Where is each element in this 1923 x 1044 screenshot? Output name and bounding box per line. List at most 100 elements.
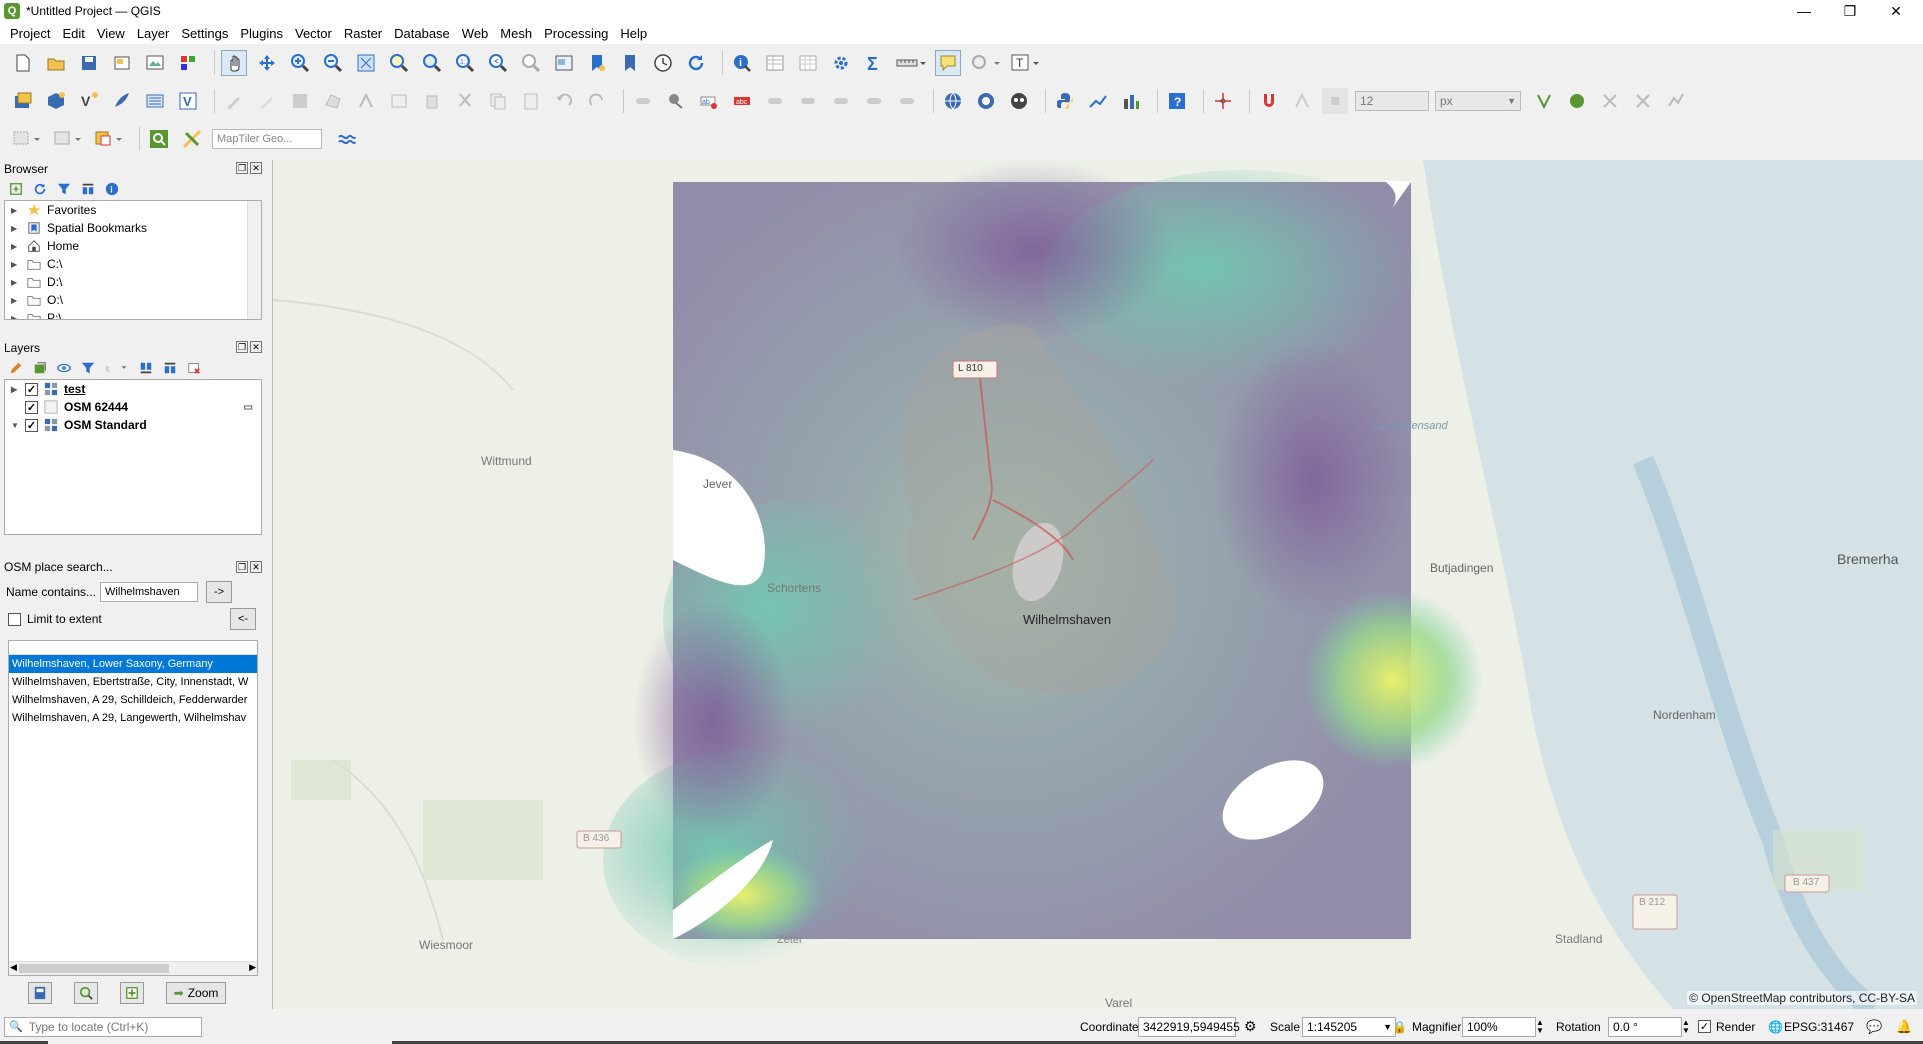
- delete-selected-icon[interactable]: [419, 88, 445, 114]
- expand-arrow-icon[interactable]: ▶: [11, 242, 21, 251]
- georeferencer-icon[interactable]: [1085, 88, 1111, 114]
- new-virtual-layer-icon[interactable]: [142, 88, 168, 114]
- zoom-in-icon[interactable]: [287, 50, 313, 76]
- copy-features-icon[interactable]: [485, 88, 511, 114]
- close-panel-icon[interactable]: ✕: [250, 162, 262, 174]
- snap-tolerance-field[interactable]: 12: [1355, 91, 1429, 111]
- new-geopackage-layer-icon[interactable]: [43, 88, 69, 114]
- add-selected-layers-icon[interactable]: [8, 181, 24, 197]
- attribute-table-icon[interactable]: [762, 50, 788, 76]
- select-by-value-icon[interactable]: [51, 126, 85, 152]
- osm-zoom-button[interactable]: ➡ Zoom: [166, 982, 226, 1004]
- layer-visibility-checkbox[interactable]: ✓: [25, 400, 38, 414]
- measure-line-icon[interactable]: [894, 50, 928, 76]
- zoom-to-layer-icon[interactable]: [419, 50, 445, 76]
- zoom-to-selection-icon[interactable]: [386, 50, 412, 76]
- zoom-last-icon[interactable]: [485, 50, 511, 76]
- select-features-icon[interactable]: [968, 50, 1002, 76]
- menu-help[interactable]: Help: [614, 26, 653, 41]
- statistical-summary-icon[interactable]: Σ: [861, 50, 887, 76]
- temporal-controller-icon[interactable]: [650, 50, 676, 76]
- identify-features-icon[interactable]: i: [729, 50, 755, 76]
- scroll-thumb[interactable]: [19, 964, 169, 973]
- browser-item[interactable]: ▶ P:\: [5, 309, 261, 319]
- close-panel-icon[interactable]: ✕: [250, 561, 262, 573]
- snapping-intersection-icon[interactable]: [1597, 88, 1623, 114]
- osm-locate-button[interactable]: [74, 982, 98, 1004]
- menu-layer[interactable]: Layer: [131, 26, 176, 41]
- change-label-icon[interactable]: [894, 88, 920, 114]
- toggle-label-display-icon[interactable]: abc: [729, 88, 755, 114]
- style-manager-icon[interactable]: [175, 50, 201, 76]
- osm-search-go-button[interactable]: ->: [206, 581, 233, 603]
- toggle-editing-icon[interactable]: [254, 88, 280, 114]
- locator-search-input[interactable]: 🔍 Type to locate (Ctrl+K): [4, 1016, 202, 1037]
- toggle-extents-icon[interactable]: ⚙: [1244, 1018, 1257, 1035]
- manage-map-themes-icon[interactable]: [56, 360, 72, 376]
- undo-icon[interactable]: [551, 88, 577, 114]
- tracing-icon[interactable]: [1663, 88, 1689, 114]
- results-horizontal-scrollbar[interactable]: ◀ ▶: [9, 961, 257, 975]
- osm-details-button[interactable]: [28, 982, 52, 1004]
- messages-icon[interactable]: 💬: [1866, 1019, 1882, 1035]
- vertex-tool-icon[interactable]: [353, 88, 379, 114]
- new-map-view-icon[interactable]: [551, 50, 577, 76]
- filter-by-expression-icon[interactable]: ε: [104, 360, 130, 376]
- osm-name-input[interactable]: Wilhelmshaven: [100, 582, 199, 602]
- topological-editing-icon[interactable]: [1531, 88, 1557, 114]
- properties-info-icon[interactable]: i: [104, 181, 120, 197]
- layer-visibility-checkbox[interactable]: ✓: [25, 418, 38, 432]
- zoom-next-icon[interactable]: [518, 50, 544, 76]
- web-globe-icon[interactable]: [940, 88, 966, 114]
- expand-arrow-icon[interactable]: ▶: [11, 385, 21, 394]
- zoom-native-resolution-icon[interactable]: 1:1: [452, 50, 478, 76]
- scroll-right-icon[interactable]: ▶: [249, 962, 256, 973]
- deselect-features-icon[interactable]: [92, 126, 126, 152]
- self-snapping-icon[interactable]: [1630, 88, 1656, 114]
- pan-map-icon[interactable]: [221, 50, 247, 76]
- new-bookmark-icon[interactable]: [584, 50, 610, 76]
- help-contents-icon[interactable]: ?: [1164, 88, 1190, 114]
- layer-labeling-icon[interactable]: [663, 88, 689, 114]
- rotation-spinner-icon[interactable]: ▲ ▼: [1682, 1018, 1690, 1035]
- float-panel-icon[interactable]: ❐: [236, 162, 248, 174]
- browser-item[interactable]: ▶ Home: [5, 237, 261, 255]
- menu-plugins[interactable]: Plugins: [234, 26, 289, 41]
- quickmapservices-icon[interactable]: [179, 126, 205, 152]
- collapse-all-icon[interactable]: [80, 181, 96, 197]
- browser-item[interactable]: ▶ D:\: [5, 273, 261, 291]
- show-hide-labels-icon[interactable]: [795, 88, 821, 114]
- current-edits-icon[interactable]: [221, 88, 247, 114]
- rotate-label-icon[interactable]: [861, 88, 887, 114]
- expand-arrow-icon[interactable]: ▶: [11, 278, 21, 287]
- zoom-full-icon[interactable]: [353, 50, 379, 76]
- filter-browser-icon[interactable]: [56, 181, 72, 197]
- layer-indicator-icon[interactable]: ▭: [244, 402, 253, 413]
- map-tips-icon[interactable]: [935, 50, 961, 76]
- layer-styling-icon[interactable]: [8, 360, 24, 376]
- zoom-out-icon[interactable]: [320, 50, 346, 76]
- processing-toolbox-icon[interactable]: [828, 50, 854, 76]
- osm-export-button[interactable]: [120, 982, 144, 1004]
- text-annotation-icon[interactable]: T: [1009, 50, 1043, 76]
- add-group-icon[interactable]: [32, 360, 48, 376]
- layout-manager-icon[interactable]: [142, 50, 168, 76]
- browser-item[interactable]: ▶ Favorites: [5, 201, 261, 219]
- browser-item[interactable]: ▶ Spatial Bookmarks: [5, 219, 261, 237]
- paste-features-icon[interactable]: [518, 88, 544, 114]
- geocoder-search-input[interactable]: MapTiler Geo...: [212, 129, 322, 149]
- new-print-layout-icon[interactable]: [109, 50, 135, 76]
- select-by-area-icon[interactable]: [10, 126, 44, 152]
- save-edits-icon[interactable]: [287, 88, 313, 114]
- add-feature-icon[interactable]: [320, 88, 346, 114]
- crs-button[interactable]: EPSG:31467: [1784, 1020, 1854, 1034]
- magnifier-spinner-icon[interactable]: ▲ ▼: [1536, 1018, 1544, 1035]
- collapse-all-layers-icon[interactable]: [162, 360, 178, 376]
- expand-arrow-icon[interactable]: ▶: [11, 260, 21, 269]
- expand-all-icon[interactable]: [138, 360, 154, 376]
- filter-legend-icon[interactable]: [80, 360, 96, 376]
- mapswipe-icon[interactable]: [1006, 88, 1032, 114]
- data-source-manager-icon[interactable]: [10, 88, 36, 114]
- modify-attributes-icon[interactable]: [386, 88, 412, 114]
- float-panel-icon[interactable]: ❐: [236, 341, 248, 353]
